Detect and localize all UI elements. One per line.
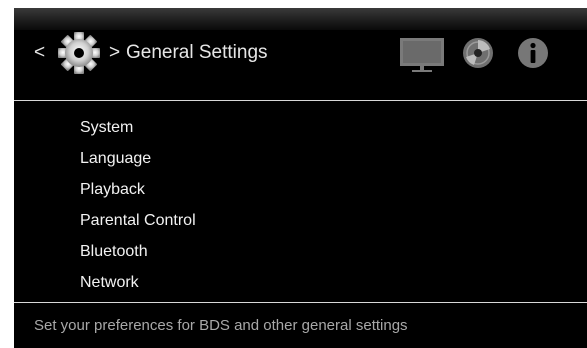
menu-item-playback[interactable]: Playback bbox=[14, 174, 587, 205]
top-bar bbox=[14, 8, 587, 30]
info-icon[interactable] bbox=[516, 36, 550, 70]
settings-screen: < > General Settings System Language Pla… bbox=[14, 8, 587, 348]
disc-icon[interactable] bbox=[461, 36, 495, 70]
menu-item-language[interactable]: Language bbox=[14, 143, 587, 174]
menu-item-parental-control[interactable]: Parental Control bbox=[14, 205, 587, 236]
header: < > General Settings bbox=[14, 30, 587, 108]
gear-icon bbox=[58, 32, 100, 74]
tv-icon[interactable] bbox=[399, 36, 445, 74]
menu-item-system[interactable]: System bbox=[14, 112, 587, 143]
footer-description: Set your preferences for BDS and other g… bbox=[34, 317, 408, 334]
menu-item-network[interactable]: Network bbox=[14, 267, 587, 298]
footer-divider bbox=[14, 302, 587, 303]
settings-menu: System Language Playback Parental Contro… bbox=[14, 112, 587, 298]
menu-item-bluetooth[interactable]: Bluetooth bbox=[14, 236, 587, 267]
back-arrow[interactable]: < bbox=[34, 42, 45, 64]
header-divider bbox=[14, 100, 587, 101]
forward-arrow: > bbox=[109, 42, 121, 63]
page-title: General Settings bbox=[126, 42, 268, 63]
